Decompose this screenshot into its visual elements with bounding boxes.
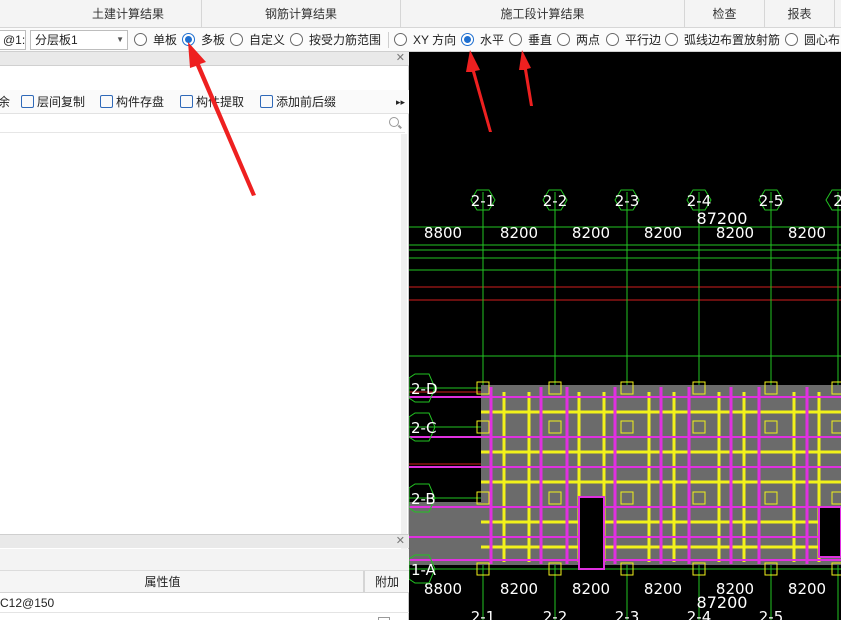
properties-toolbar <box>0 549 409 571</box>
axis-label-bottom: 2-1 <box>471 608 496 620</box>
radio-label-custom: 自定义 <box>249 33 286 47</box>
radio-by-rebar-range[interactable] <box>290 33 303 46</box>
radio-horizontal[interactable] <box>461 33 474 46</box>
header-extra: 附加 <box>364 571 409 593</box>
tab-report[interactable]: 报表 <box>765 0 835 28</box>
axis-label-top: 2-2 <box>543 192 568 210</box>
floor-combo[interactable]: @1: <box>0 30 26 50</box>
extract-icon <box>180 95 193 108</box>
save-icon <box>100 95 113 108</box>
span-dimension-top: 8200 <box>572 224 610 242</box>
radio-label-by-rebar-range: 按受力筋范围 <box>309 33 382 47</box>
axis-label-top: 2-4 <box>687 192 712 210</box>
header-property-value: 属性值 <box>144 575 181 589</box>
delete-button[interactable]: 余 <box>0 93 10 111</box>
radio-multi-board[interactable] <box>182 33 195 46</box>
span-dimension-top: 8200 <box>788 224 826 242</box>
span-dimension-top: 8200 <box>500 224 538 242</box>
tab-check[interactable]: 检查 <box>685 0 765 28</box>
axis-label-top: 2-3 <box>615 192 640 210</box>
radio-label-xy-direction: XY 方向 <box>413 33 457 47</box>
search-icon <box>389 117 399 127</box>
tab-civil-results[interactable]: 土建计算结果 <box>55 0 202 28</box>
span-dimension-bottom: 8200 <box>644 580 682 598</box>
span-dimension-bottom: 8200 <box>788 580 826 598</box>
panel-title-bar: ✕ <box>0 52 409 66</box>
properties-header: 属性值 附加 <box>0 571 409 593</box>
axis-label-bottom: 2-5 <box>759 608 784 620</box>
radio-label-multi-board: 多板 <box>201 33 226 47</box>
opening-shaft <box>818 506 841 558</box>
close-icon[interactable]: ✕ <box>396 535 405 548</box>
radio-xy-direction[interactable] <box>394 33 407 46</box>
property-value: C12@150 <box>0 596 55 610</box>
span-dimension-top: 8200 <box>644 224 682 242</box>
radio-two-points[interactable] <box>557 33 570 46</box>
chevron-down-icon: ▼ <box>116 35 124 44</box>
toolbar-overflow-icon[interactable]: ▸▸ <box>396 93 405 111</box>
close-icon[interactable]: ✕ <box>396 52 405 65</box>
radio-single-board[interactable] <box>134 33 147 46</box>
layout-toolbar: @1: 分层板1 ▼ 单板 多板 自定义 按受力筋范围 XY 方向 水平 垂直 … <box>0 28 841 52</box>
add-prefix-label: 添加前后缀 <box>276 95 337 109</box>
span-dimension-bottom: 8200 <box>500 580 538 598</box>
axis-label-row: 2-C <box>411 419 436 437</box>
radio-label-vertical: 垂直 <box>528 33 553 47</box>
axis-label-row: 2-B <box>411 490 436 508</box>
scrollbar[interactable] <box>401 134 407 574</box>
properties-title-bar: ✕ <box>0 534 409 548</box>
total-dimension-top: 87200 <box>697 209 748 228</box>
prefix-icon <box>260 95 273 108</box>
span-dimension-top: 8800 <box>424 224 462 242</box>
table-row[interactable]: C12@150 <box>0 593 409 613</box>
axis-label-row: 1-A <box>411 561 437 579</box>
axis-label-bottom: 2-4 <box>687 608 712 620</box>
component-extract-button[interactable]: 构件提取 <box>180 93 244 111</box>
radio-arc-radial[interactable] <box>665 33 678 46</box>
floor-plan-drawing[interactable]: 2-1 2-2 2-3 2-4 2-5 2 8800 8200 8200 8200 8200 8200… <box>409 52 841 620</box>
search-input[interactable] <box>0 115 405 133</box>
component-store-label: 构件存盘 <box>116 95 165 109</box>
axis-label-top: 2-1 <box>471 192 496 210</box>
toolbar-divider <box>388 32 389 48</box>
tab-construction-results[interactable]: 施工段计算结果 <box>401 0 685 28</box>
component-store-button[interactable]: 构件存盘 <box>100 93 164 111</box>
component-list-panel: ✕ 余 层间复制 构件存盘 构件提取 添加前后缀 ▸▸ ✕ 属性值 附加 C12… <box>0 52 409 620</box>
radio-vertical[interactable] <box>509 33 522 46</box>
axis-label-row: 2-D <box>411 380 438 398</box>
opening-shaft <box>578 496 605 570</box>
floor-combo-value: @1: <box>3 33 26 47</box>
floor-copy-button[interactable]: 层间复制 <box>21 93 85 111</box>
radio-label-horizontal: 水平 <box>480 33 505 47</box>
slab-region-lower-left <box>409 502 484 565</box>
radio-center-layout[interactable] <box>785 33 798 46</box>
axis-label-top: 2-5 <box>759 192 784 210</box>
axis-label-top: 2 <box>833 192 841 210</box>
radio-label-single-board: 单板 <box>153 33 178 47</box>
radio-label-center-layout: 圆心布 <box>804 33 841 47</box>
ribbon-group-headers: 土建计算结果 钢筋计算结果 施工段计算结果 检查 报表 <box>0 0 841 28</box>
cad-drawing-canvas[interactable]: 2-1 2-2 2-3 2-4 2-5 2 8800 8200 8200 8200 8200 8200… <box>409 52 841 620</box>
layer-combo[interactable]: 分层板1 ▼ <box>30 30 128 50</box>
component-toolbar: 余 层间复制 构件存盘 构件提取 添加前后缀 ▸▸ <box>0 90 409 114</box>
table-row[interactable] <box>0 613 409 620</box>
component-extract-label: 构件提取 <box>196 95 245 109</box>
add-prefix-button[interactable]: 添加前后缀 <box>260 93 336 111</box>
axis-label-bottom: 2-2 <box>543 608 568 620</box>
axis-label-bottom: 2-3 <box>615 608 640 620</box>
floor-copy-label: 层间复制 <box>37 95 86 109</box>
tab-rebar-results[interactable]: 钢筋计算结果 <box>202 0 401 28</box>
radio-label-parallel-edge: 平行边 <box>625 33 662 47</box>
layer-combo-value: 分层板1 <box>35 33 78 47</box>
radio-label-arc-radial: 弧线边布置放射筋 <box>684 33 781 47</box>
radio-label-two-points: 两点 <box>576 33 601 47</box>
radio-parallel-edge[interactable] <box>606 33 619 46</box>
span-dimension-bottom: 8200 <box>572 580 610 598</box>
radio-custom[interactable] <box>230 33 243 46</box>
copy-icon <box>21 95 34 108</box>
